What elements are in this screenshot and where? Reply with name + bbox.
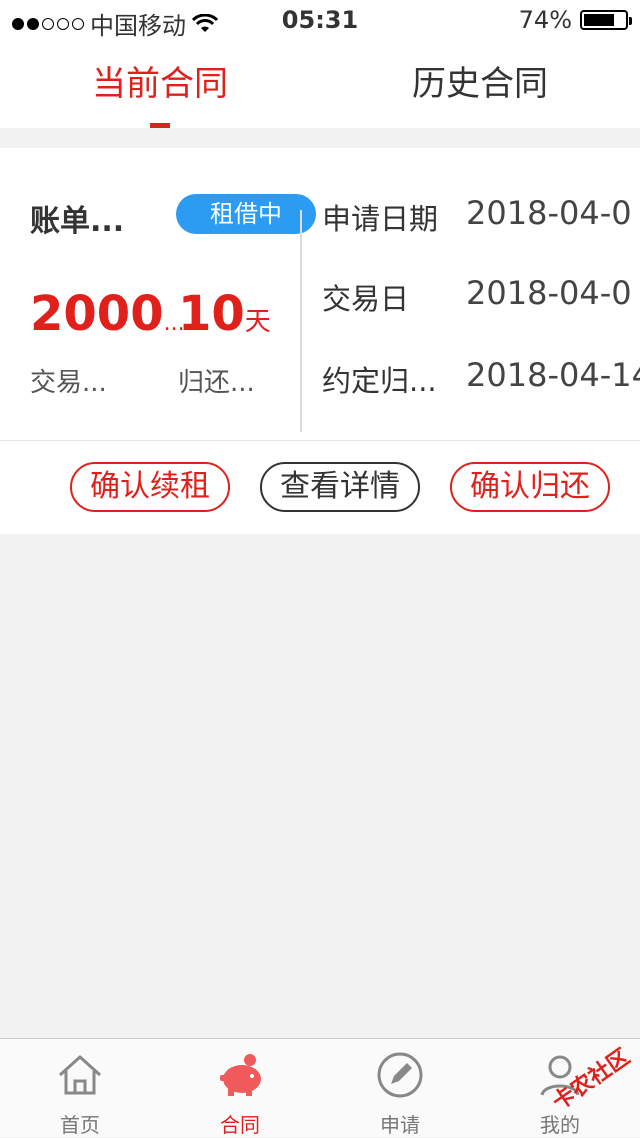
confirm-return-button[interactable]: 确认归还 — [450, 462, 610, 512]
trade-date-label: 交易日 — [322, 282, 410, 316]
battery-icon — [580, 10, 632, 30]
tab-label: 当前合同 — [92, 64, 228, 104]
view-details-button[interactable]: 查看详情 — [260, 462, 420, 512]
contract-card[interactable]: 账单... 租借中 2000... 10天 交易... 归还... 申请日期 2… — [0, 148, 640, 534]
due-date-value: 2018-04-14 — [466, 356, 640, 394]
bill-title: 账单... — [30, 204, 125, 239]
card-divider — [0, 440, 640, 441]
bottom-tab-bar: 首页 合同 申请 我的 — [0, 1038, 640, 1137]
home-icon — [58, 1055, 102, 1095]
tabbar-label: 申请 — [380, 1113, 420, 1137]
due-date-label: 约定归... — [322, 364, 437, 398]
amount-value: 2000... — [30, 286, 185, 342]
piggy-bank-icon — [220, 1054, 261, 1096]
active-tab-indicator — [150, 123, 170, 128]
tab-label: 历史合同 — [412, 64, 548, 104]
apply-date-value: 2018-04-0 — [466, 194, 632, 232]
confirm-renew-button[interactable]: 确认续租 — [70, 462, 230, 512]
trade-date-value: 2018-04-0 — [466, 274, 632, 312]
pencil-icon — [377, 1052, 423, 1098]
status-badge: 租借中 — [176, 194, 316, 234]
tabbar-apply[interactable]: 申请 — [320, 1039, 480, 1137]
days-value: 10天 — [178, 286, 271, 342]
tab-history-contracts[interactable]: 历史合同 — [320, 40, 640, 128]
tab-current-contracts[interactable]: 当前合同 — [0, 40, 320, 128]
amount-label: 交易... — [30, 368, 107, 398]
days-label: 归还... — [178, 368, 255, 398]
vertical-divider — [300, 210, 302, 432]
battery-percent: 74% — [518, 6, 572, 34]
battery-area: 74% — [518, 6, 632, 34]
tabbar-label: 首页 — [60, 1113, 100, 1137]
tabbar-label: 我的 — [540, 1113, 580, 1137]
contract-tabs: 当前合同 历史合同 — [0, 40, 640, 128]
tabbar-label: 合同 — [220, 1113, 260, 1137]
tabbar-home[interactable]: 首页 — [0, 1039, 160, 1137]
apply-date-label: 申请日期 — [322, 202, 439, 236]
status-bar: 中国移动 05:31 74% — [0, 0, 640, 40]
tabbar-contract[interactable]: 合同 — [160, 1039, 320, 1137]
